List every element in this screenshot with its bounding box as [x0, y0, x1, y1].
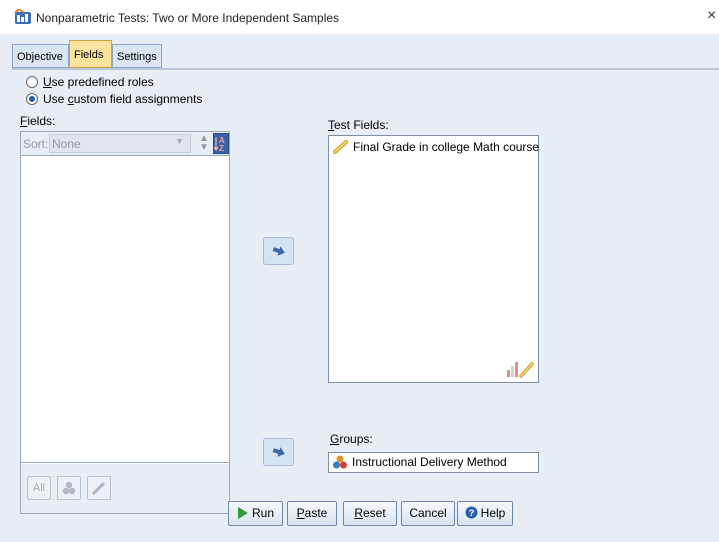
sort-value: None [52, 137, 81, 151]
nominal-icon [62, 481, 76, 495]
nominal-icon [333, 455, 347, 469]
groups-field[interactable]: Instructional Delivery Method [328, 452, 539, 473]
arrow-right-icon [272, 447, 285, 457]
help-icon: ? [465, 506, 478, 519]
measure-level-icon [507, 362, 534, 378]
radio-predefined-roles[interactable]: Use predefined roles [26, 74, 154, 90]
chevron-down-icon: ▼ [175, 136, 184, 146]
tab-objective[interactable]: Objective [12, 44, 69, 68]
cancel-button[interactable]: Cancel [401, 501, 455, 526]
svg-text:?: ? [468, 508, 474, 519]
radio-label: Use predefined roles [43, 75, 154, 89]
sort-alpha-glyph: A Z [213, 136, 225, 153]
tab-divider [12, 68, 719, 70]
scale-icon [92, 482, 105, 495]
scale-ruler-icon [333, 140, 348, 154]
test-fields-listbox[interactable]: Final Grade in college Math course [328, 135, 539, 383]
button-bar: Run Paste Reset Cancel ? Help [0, 496, 719, 542]
sort-order-icon[interactable]: ▲ ▼ [197, 134, 211, 153]
svg-text:Z: Z [219, 144, 224, 153]
test-fields-label: Test Fields: [328, 118, 389, 132]
tab-settings[interactable]: Settings [112, 44, 162, 68]
close-icon[interactable]: × [707, 7, 716, 25]
window-title: Nonparametric Tests: Two or More Indepen… [36, 11, 340, 25]
reset-button[interactable]: Reset [343, 501, 397, 526]
test-field-item[interactable]: Final Grade in college Math course [333, 140, 539, 154]
radio-label: Use custom field assignments [43, 92, 203, 106]
fields-panel: Sort: None ▼ ▲ ▼ A Z All [20, 131, 230, 514]
fields-listbox[interactable] [21, 157, 229, 463]
run-button[interactable]: Run [228, 501, 283, 526]
radio-button-selected[interactable] [26, 93, 38, 105]
sort-dropdown[interactable]: None ▼ [49, 134, 191, 153]
move-to-test-fields-button[interactable] [263, 237, 294, 265]
help-label: Help [480, 506, 506, 520]
play-icon [237, 507, 248, 519]
groups-label: Groups: [330, 432, 373, 446]
paste-button[interactable]: Paste [287, 501, 337, 526]
spss-app-icon [14, 9, 31, 24]
help-button[interactable]: ? Help [457, 501, 513, 526]
radio-custom-field-assignments[interactable]: Use custom field assignments [26, 91, 202, 107]
run-label: Run [251, 506, 274, 520]
sort-label: Sort: [23, 137, 49, 151]
arrow-right-icon [272, 246, 285, 256]
move-to-groups-button[interactable] [263, 438, 294, 466]
sort-alpha-icon[interactable]: A Z [213, 133, 229, 154]
groups-value: Instructional Delivery Method [352, 455, 507, 469]
title-bar: Nonparametric Tests: Two or More Indepen… [0, 0, 719, 34]
sort-bar: Sort: None ▼ ▲ ▼ A Z [21, 132, 229, 156]
test-field-label: Final Grade in college Math course [353, 140, 540, 154]
tab-fields[interactable]: Fields [69, 40, 112, 68]
groups-item[interactable]: Instructional Delivery Method [332, 455, 507, 469]
fields-label: Fields: [20, 114, 56, 128]
dialog-body: Objective Fields Settings Use predefined… [0, 34, 719, 542]
radio-button[interactable] [26, 76, 38, 88]
